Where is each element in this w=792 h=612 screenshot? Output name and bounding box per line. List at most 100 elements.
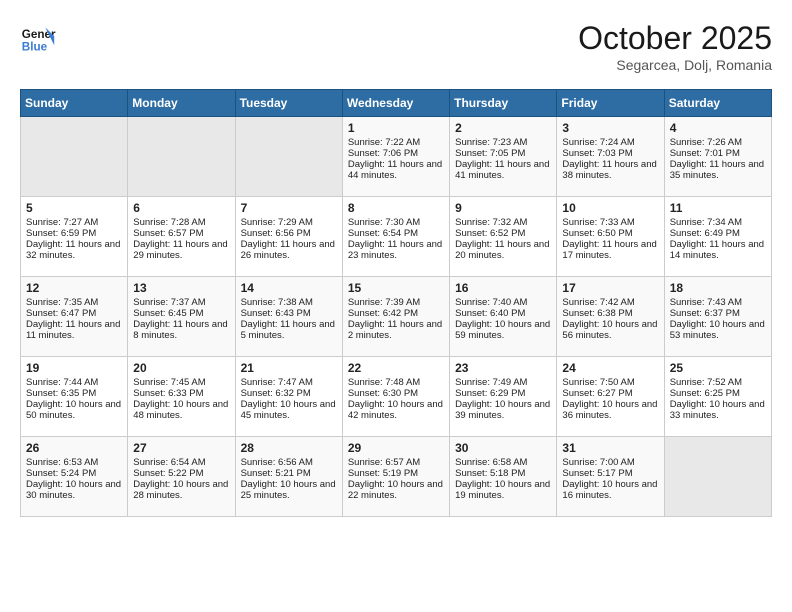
day-number: 14 bbox=[241, 281, 337, 295]
table-row: 8Sunrise: 7:30 AMSunset: 6:54 PMDaylight… bbox=[342, 197, 449, 277]
daylight-label: Daylight: 10 hours and 53 minutes. bbox=[670, 319, 765, 341]
table-row bbox=[128, 117, 235, 197]
calendar-subtitle: Segarcea, Dolj, Romania bbox=[578, 57, 772, 73]
daylight-label: Daylight: 11 hours and 23 minutes. bbox=[348, 239, 442, 261]
sunrise-label: Sunrise: 7:50 AM bbox=[562, 377, 634, 388]
calendar-week-row: 26Sunrise: 6:53 AMSunset: 5:24 PMDayligh… bbox=[21, 437, 772, 517]
table-row bbox=[21, 117, 128, 197]
calendar-week-row: 1Sunrise: 7:22 AMSunset: 7:06 PMDaylight… bbox=[21, 117, 772, 197]
sunset-label: Sunset: 6:52 PM bbox=[455, 228, 525, 239]
daylight-label: Daylight: 10 hours and 39 minutes. bbox=[455, 399, 550, 421]
sunrise-label: Sunrise: 7:22 AM bbox=[348, 137, 420, 148]
sunrise-label: Sunrise: 7:32 AM bbox=[455, 217, 527, 228]
header-monday: Monday bbox=[128, 90, 235, 117]
logo: General Blue bbox=[20, 20, 56, 56]
day-number: 31 bbox=[562, 441, 658, 455]
sunrise-label: Sunrise: 7:35 AM bbox=[26, 297, 98, 308]
table-row: 20Sunrise: 7:45 AMSunset: 6:33 PMDayligh… bbox=[128, 357, 235, 437]
table-row: 28Sunrise: 6:56 AMSunset: 5:21 PMDayligh… bbox=[235, 437, 342, 517]
header-wednesday: Wednesday bbox=[342, 90, 449, 117]
table-row bbox=[235, 117, 342, 197]
sunrise-label: Sunrise: 6:57 AM bbox=[348, 457, 420, 468]
table-row: 5Sunrise: 7:27 AMSunset: 6:59 PMDaylight… bbox=[21, 197, 128, 277]
daylight-label: Daylight: 11 hours and 35 minutes. bbox=[670, 159, 764, 181]
sunset-label: Sunset: 5:21 PM bbox=[241, 468, 311, 479]
sunset-label: Sunset: 6:33 PM bbox=[133, 388, 203, 399]
day-number: 19 bbox=[26, 361, 122, 375]
sunset-label: Sunset: 6:42 PM bbox=[348, 308, 418, 319]
table-row: 31Sunrise: 7:00 AMSunset: 5:17 PMDayligh… bbox=[557, 437, 664, 517]
daylight-label: Daylight: 11 hours and 17 minutes. bbox=[562, 239, 656, 261]
calendar-table: Sunday Monday Tuesday Wednesday Thursday… bbox=[20, 89, 772, 517]
sunset-label: Sunset: 6:56 PM bbox=[241, 228, 311, 239]
sunrise-label: Sunrise: 7:43 AM bbox=[670, 297, 742, 308]
table-row: 24Sunrise: 7:50 AMSunset: 6:27 PMDayligh… bbox=[557, 357, 664, 437]
header-saturday: Saturday bbox=[664, 90, 771, 117]
table-row: 26Sunrise: 6:53 AMSunset: 5:24 PMDayligh… bbox=[21, 437, 128, 517]
table-row: 13Sunrise: 7:37 AMSunset: 6:45 PMDayligh… bbox=[128, 277, 235, 357]
sunset-label: Sunset: 7:01 PM bbox=[670, 148, 740, 159]
table-row: 7Sunrise: 7:29 AMSunset: 6:56 PMDaylight… bbox=[235, 197, 342, 277]
day-number: 10 bbox=[562, 201, 658, 215]
sunset-label: Sunset: 6:54 PM bbox=[348, 228, 418, 239]
table-row: 2Sunrise: 7:23 AMSunset: 7:05 PMDaylight… bbox=[450, 117, 557, 197]
table-row: 30Sunrise: 6:58 AMSunset: 5:18 PMDayligh… bbox=[450, 437, 557, 517]
sunrise-label: Sunrise: 7:33 AM bbox=[562, 217, 634, 228]
sunset-label: Sunset: 6:57 PM bbox=[133, 228, 203, 239]
table-row: 22Sunrise: 7:48 AMSunset: 6:30 PMDayligh… bbox=[342, 357, 449, 437]
daylight-label: Daylight: 11 hours and 14 minutes. bbox=[670, 239, 764, 261]
sunset-label: Sunset: 6:45 PM bbox=[133, 308, 203, 319]
sunset-label: Sunset: 6:27 PM bbox=[562, 388, 632, 399]
sunset-label: Sunset: 7:03 PM bbox=[562, 148, 632, 159]
day-number: 6 bbox=[133, 201, 229, 215]
daylight-label: Daylight: 10 hours and 25 minutes. bbox=[241, 479, 336, 501]
daylight-label: Daylight: 11 hours and 44 minutes. bbox=[348, 159, 442, 181]
daylight-label: Daylight: 10 hours and 33 minutes. bbox=[670, 399, 765, 421]
day-number: 1 bbox=[348, 121, 444, 135]
table-row: 15Sunrise: 7:39 AMSunset: 6:42 PMDayligh… bbox=[342, 277, 449, 357]
day-number: 13 bbox=[133, 281, 229, 295]
daylight-label: Daylight: 10 hours and 16 minutes. bbox=[562, 479, 657, 501]
table-row: 12Sunrise: 7:35 AMSunset: 6:47 PMDayligh… bbox=[21, 277, 128, 357]
daylight-label: Daylight: 10 hours and 45 minutes. bbox=[241, 399, 336, 421]
table-row: 25Sunrise: 7:52 AMSunset: 6:25 PMDayligh… bbox=[664, 357, 771, 437]
table-row: 29Sunrise: 6:57 AMSunset: 5:19 PMDayligh… bbox=[342, 437, 449, 517]
daylight-label: Daylight: 10 hours and 36 minutes. bbox=[562, 399, 657, 421]
sunset-label: Sunset: 6:49 PM bbox=[670, 228, 740, 239]
table-row: 16Sunrise: 7:40 AMSunset: 6:40 PMDayligh… bbox=[450, 277, 557, 357]
calendar-week-row: 5Sunrise: 7:27 AMSunset: 6:59 PMDaylight… bbox=[21, 197, 772, 277]
daylight-label: Daylight: 11 hours and 29 minutes. bbox=[133, 239, 227, 261]
daylight-label: Daylight: 10 hours and 50 minutes. bbox=[26, 399, 121, 421]
day-number: 8 bbox=[348, 201, 444, 215]
sunrise-label: Sunrise: 7:27 AM bbox=[26, 217, 98, 228]
table-row: 18Sunrise: 7:43 AMSunset: 6:37 PMDayligh… bbox=[664, 277, 771, 357]
daylight-label: Daylight: 11 hours and 20 minutes. bbox=[455, 239, 549, 261]
table-row: 17Sunrise: 7:42 AMSunset: 6:38 PMDayligh… bbox=[557, 277, 664, 357]
sunrise-label: Sunrise: 7:42 AM bbox=[562, 297, 634, 308]
sunset-label: Sunset: 6:32 PM bbox=[241, 388, 311, 399]
sunrise-label: Sunrise: 7:40 AM bbox=[455, 297, 527, 308]
page-header: General Blue October 2025 Segarcea, Dolj… bbox=[20, 20, 772, 73]
day-number: 30 bbox=[455, 441, 551, 455]
day-number: 28 bbox=[241, 441, 337, 455]
sunrise-label: Sunrise: 7:47 AM bbox=[241, 377, 313, 388]
calendar-week-row: 19Sunrise: 7:44 AMSunset: 6:35 PMDayligh… bbox=[21, 357, 772, 437]
daylight-label: Daylight: 11 hours and 11 minutes. bbox=[26, 319, 120, 341]
day-number: 23 bbox=[455, 361, 551, 375]
sunrise-label: Sunrise: 7:38 AM bbox=[241, 297, 313, 308]
sunset-label: Sunset: 5:22 PM bbox=[133, 468, 203, 479]
daylight-label: Daylight: 11 hours and 38 minutes. bbox=[562, 159, 656, 181]
table-row: 9Sunrise: 7:32 AMSunset: 6:52 PMDaylight… bbox=[450, 197, 557, 277]
day-number: 2 bbox=[455, 121, 551, 135]
table-row: 14Sunrise: 7:38 AMSunset: 6:43 PMDayligh… bbox=[235, 277, 342, 357]
table-row bbox=[664, 437, 771, 517]
header-sunday: Sunday bbox=[21, 90, 128, 117]
table-row: 19Sunrise: 7:44 AMSunset: 6:35 PMDayligh… bbox=[21, 357, 128, 437]
sunset-label: Sunset: 7:06 PM bbox=[348, 148, 418, 159]
sunset-label: Sunset: 5:17 PM bbox=[562, 468, 632, 479]
sunrise-label: Sunrise: 7:24 AM bbox=[562, 137, 634, 148]
daylight-label: Daylight: 10 hours and 30 minutes. bbox=[26, 479, 121, 501]
sunset-label: Sunset: 6:37 PM bbox=[670, 308, 740, 319]
day-number: 15 bbox=[348, 281, 444, 295]
sunset-label: Sunset: 5:24 PM bbox=[26, 468, 96, 479]
